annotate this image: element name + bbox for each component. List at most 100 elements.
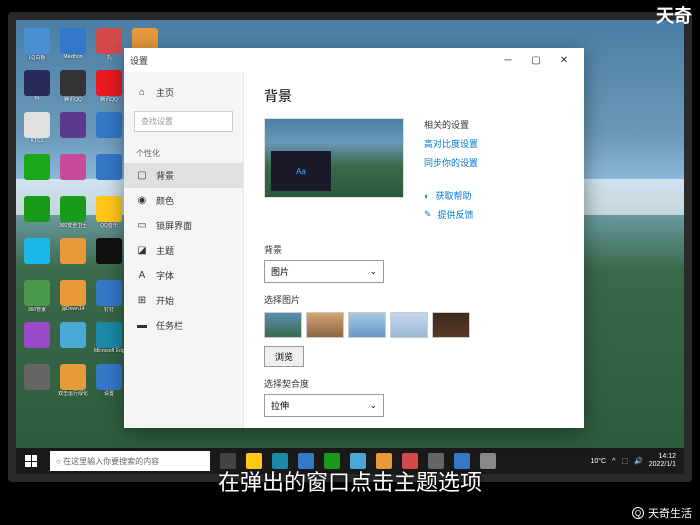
sidebar-item-背景[interactable]: ▢背景 (124, 163, 243, 188)
desktop-icon-32[interactable] (24, 364, 50, 390)
desktop-icon-1[interactable]: Maxthon (60, 28, 86, 54)
desktop-icon-label: LQ白板 (22, 54, 52, 61)
desktop-icon-0[interactable]: LQ白板 (24, 28, 50, 54)
desktop-icon-22[interactable] (96, 238, 122, 264)
background-type-label: 背景 (264, 243, 564, 256)
desktop-icon-25[interactable]: jijiDown14 (60, 280, 86, 306)
desktop-icon-label: 丸 (94, 54, 124, 61)
desktop-icon-26[interactable]: 钉钉 (96, 280, 122, 306)
thumbnail-1[interactable] (264, 312, 302, 338)
close-button[interactable]: ✕ (550, 48, 578, 72)
tray-network-icon[interactable]: ⬚ (621, 457, 628, 465)
desktop-icon-label: Maxthon (58, 54, 88, 60)
help-icon: ◐ (424, 191, 429, 201)
desktop-icon-13[interactable] (60, 154, 86, 180)
desktop-icon-30[interactable]: Microsoft Edge (96, 322, 122, 348)
desktop-icon-12[interactable] (24, 154, 50, 180)
related-link-contrast[interactable]: 高对比度设置 (424, 137, 478, 150)
sidebar-home-label: 主页 (156, 86, 174, 99)
tray-time: 14:12 (649, 453, 676, 461)
nav-icon: ◉ (136, 195, 148, 207)
nav-icon: ▭ (136, 220, 148, 232)
desktop-icon-10[interactable] (96, 112, 122, 138)
settings-search-input[interactable]: 查找设置 (134, 111, 233, 132)
nav-label: 字体 (156, 269, 174, 282)
desktop-icon-24[interactable]: 360管家 (24, 280, 50, 306)
help-link-feedback[interactable]: ✎ 提供反馈 (424, 208, 478, 221)
desktop-icon-label: 腾讯QQ (58, 96, 88, 103)
sidebar-home[interactable]: ⌂ 主页 (124, 80, 243, 105)
desktop-screen: LQ白板Maxthon丸Pr腾讯QQ腾讯QQKTC1JJDown.cn抖音360… (16, 20, 684, 474)
tray-volume-icon[interactable]: 🔊 (634, 457, 643, 465)
desktop-icon-label: 钉钉 (94, 306, 124, 313)
help-link-label: 提供反馈 (438, 208, 474, 221)
weather-widget[interactable]: 10°C (590, 458, 606, 465)
sidebar-item-开始[interactable]: ⊞开始 (124, 288, 243, 313)
titlebar: 设置 ─ ▢ ✕ (124, 48, 584, 72)
thumbnail-3[interactable] (348, 312, 386, 338)
desktop-icon-label: 360安全卫士 (58, 222, 88, 229)
desktop-icon-34[interactable]: 设置 (96, 364, 122, 390)
desktop-icon-6[interactable]: 腾讯QQ (96, 70, 122, 96)
nav-icon: ◪ (136, 245, 148, 257)
sidebar-item-颜色[interactable]: ◉颜色 (124, 188, 243, 213)
background-preview: Aa (264, 118, 404, 198)
sidebar-item-字体[interactable]: A 字体 (124, 263, 243, 288)
desktop-icon-28[interactable] (24, 322, 50, 348)
fit-dropdown[interactable]: 拉伸 ⌄ (264, 394, 384, 417)
desktop-icon-21[interactable] (60, 238, 86, 264)
maximize-button[interactable]: ▢ (522, 48, 550, 72)
sidebar-item-锁屏界面[interactable]: ▭锁屏界面 (124, 213, 243, 238)
nav-icon: ▬ (136, 320, 148, 332)
desktop-icon-17[interactable]: 360安全卫士 (60, 196, 86, 222)
nav-label: 任务栏 (156, 319, 183, 332)
watermark-text: 天奇生活 (648, 505, 692, 521)
desktop-icon-14[interactable] (96, 154, 122, 180)
background-type-dropdown[interactable]: 图片 ⌄ (264, 260, 384, 283)
desktop-icon-label: QQ音乐 (94, 222, 124, 229)
desktop-icon-4[interactable]: Pr (24, 70, 50, 96)
preview-sample-window: Aa (271, 151, 331, 191)
related-title: 相关的设置 (424, 118, 478, 131)
desktop-icon-33[interactable]: 双击运行绿化 (60, 364, 86, 390)
desktop-icon-29[interactable] (60, 322, 86, 348)
nav-icon: ▢ (136, 170, 148, 182)
desktop-icon-label: 360管家 (22, 306, 52, 313)
related-settings: 相关的设置 高对比度设置 同步你的设置 ◐ 获取帮助 ✎ 提供反馈 (424, 118, 478, 227)
video-subtitle: 在弹出的窗口点击主题选项 (0, 465, 700, 497)
browse-button[interactable]: 浏览 (264, 346, 304, 367)
desktop-icon-label: jijiDown14 (58, 306, 88, 312)
thumbnail-2[interactable] (306, 312, 344, 338)
chevron-down-icon: ⌄ (369, 266, 377, 277)
nav-icon: ⊞ (136, 295, 148, 307)
desktop-icon-label: KTC1 (22, 138, 52, 144)
fit-label: 选择契合度 (264, 377, 564, 390)
nav-label: 主题 (156, 244, 174, 257)
desktop-icon-8[interactable]: KTC1 (24, 112, 50, 138)
desktop-icon-20[interactable] (24, 238, 50, 264)
help-link-get-help[interactable]: ◐ 获取帮助 (424, 189, 478, 202)
thumbnail-5[interactable] (432, 312, 470, 338)
sidebar-item-主题[interactable]: ◪ 主题 (124, 238, 243, 263)
related-link-sync[interactable]: 同步你的设置 (424, 156, 478, 169)
desktop-icon-5[interactable]: 腾讯QQ (60, 70, 86, 96)
desktop-icon-label: 双击运行绿化 (58, 390, 88, 397)
desktop-icon-label: 设置 (94, 390, 124, 397)
picture-thumbnails (264, 312, 564, 338)
minimize-button[interactable]: ─ (494, 48, 522, 72)
desktop-icon-9[interactable] (60, 112, 86, 138)
choose-picture-label: 选择图片 (264, 293, 564, 306)
settings-sidebar: ⌂ 主页 查找设置 个性化 ▢背景◉颜色▭锁屏界面 ◪ 主题 A 字体 ⊞开始 ▬ 任务栏 (124, 72, 244, 428)
sidebar-section-label: 个性化 (124, 142, 243, 161)
desktop-icon-16[interactable] (24, 196, 50, 222)
watermark-bottom-right: Q 天奇生活 (632, 505, 692, 521)
desktop-icon-18[interactable]: QQ音乐 (96, 196, 122, 222)
dropdown-value: 拉伸 (271, 399, 289, 412)
nav-icon: A (136, 270, 148, 282)
desktop-icon-2[interactable]: 丸 (96, 28, 122, 54)
home-icon: ⌂ (136, 87, 148, 99)
settings-content: 背景 Aa 相关的设置 高对比度设置 同步你的设置 ◐ 获取帮助 ✎ (244, 72, 584, 428)
tray-chevron-up-icon[interactable]: ^ (612, 458, 615, 465)
thumbnail-4[interactable] (390, 312, 428, 338)
sidebar-item-任务栏[interactable]: ▬ 任务栏 (124, 313, 243, 338)
